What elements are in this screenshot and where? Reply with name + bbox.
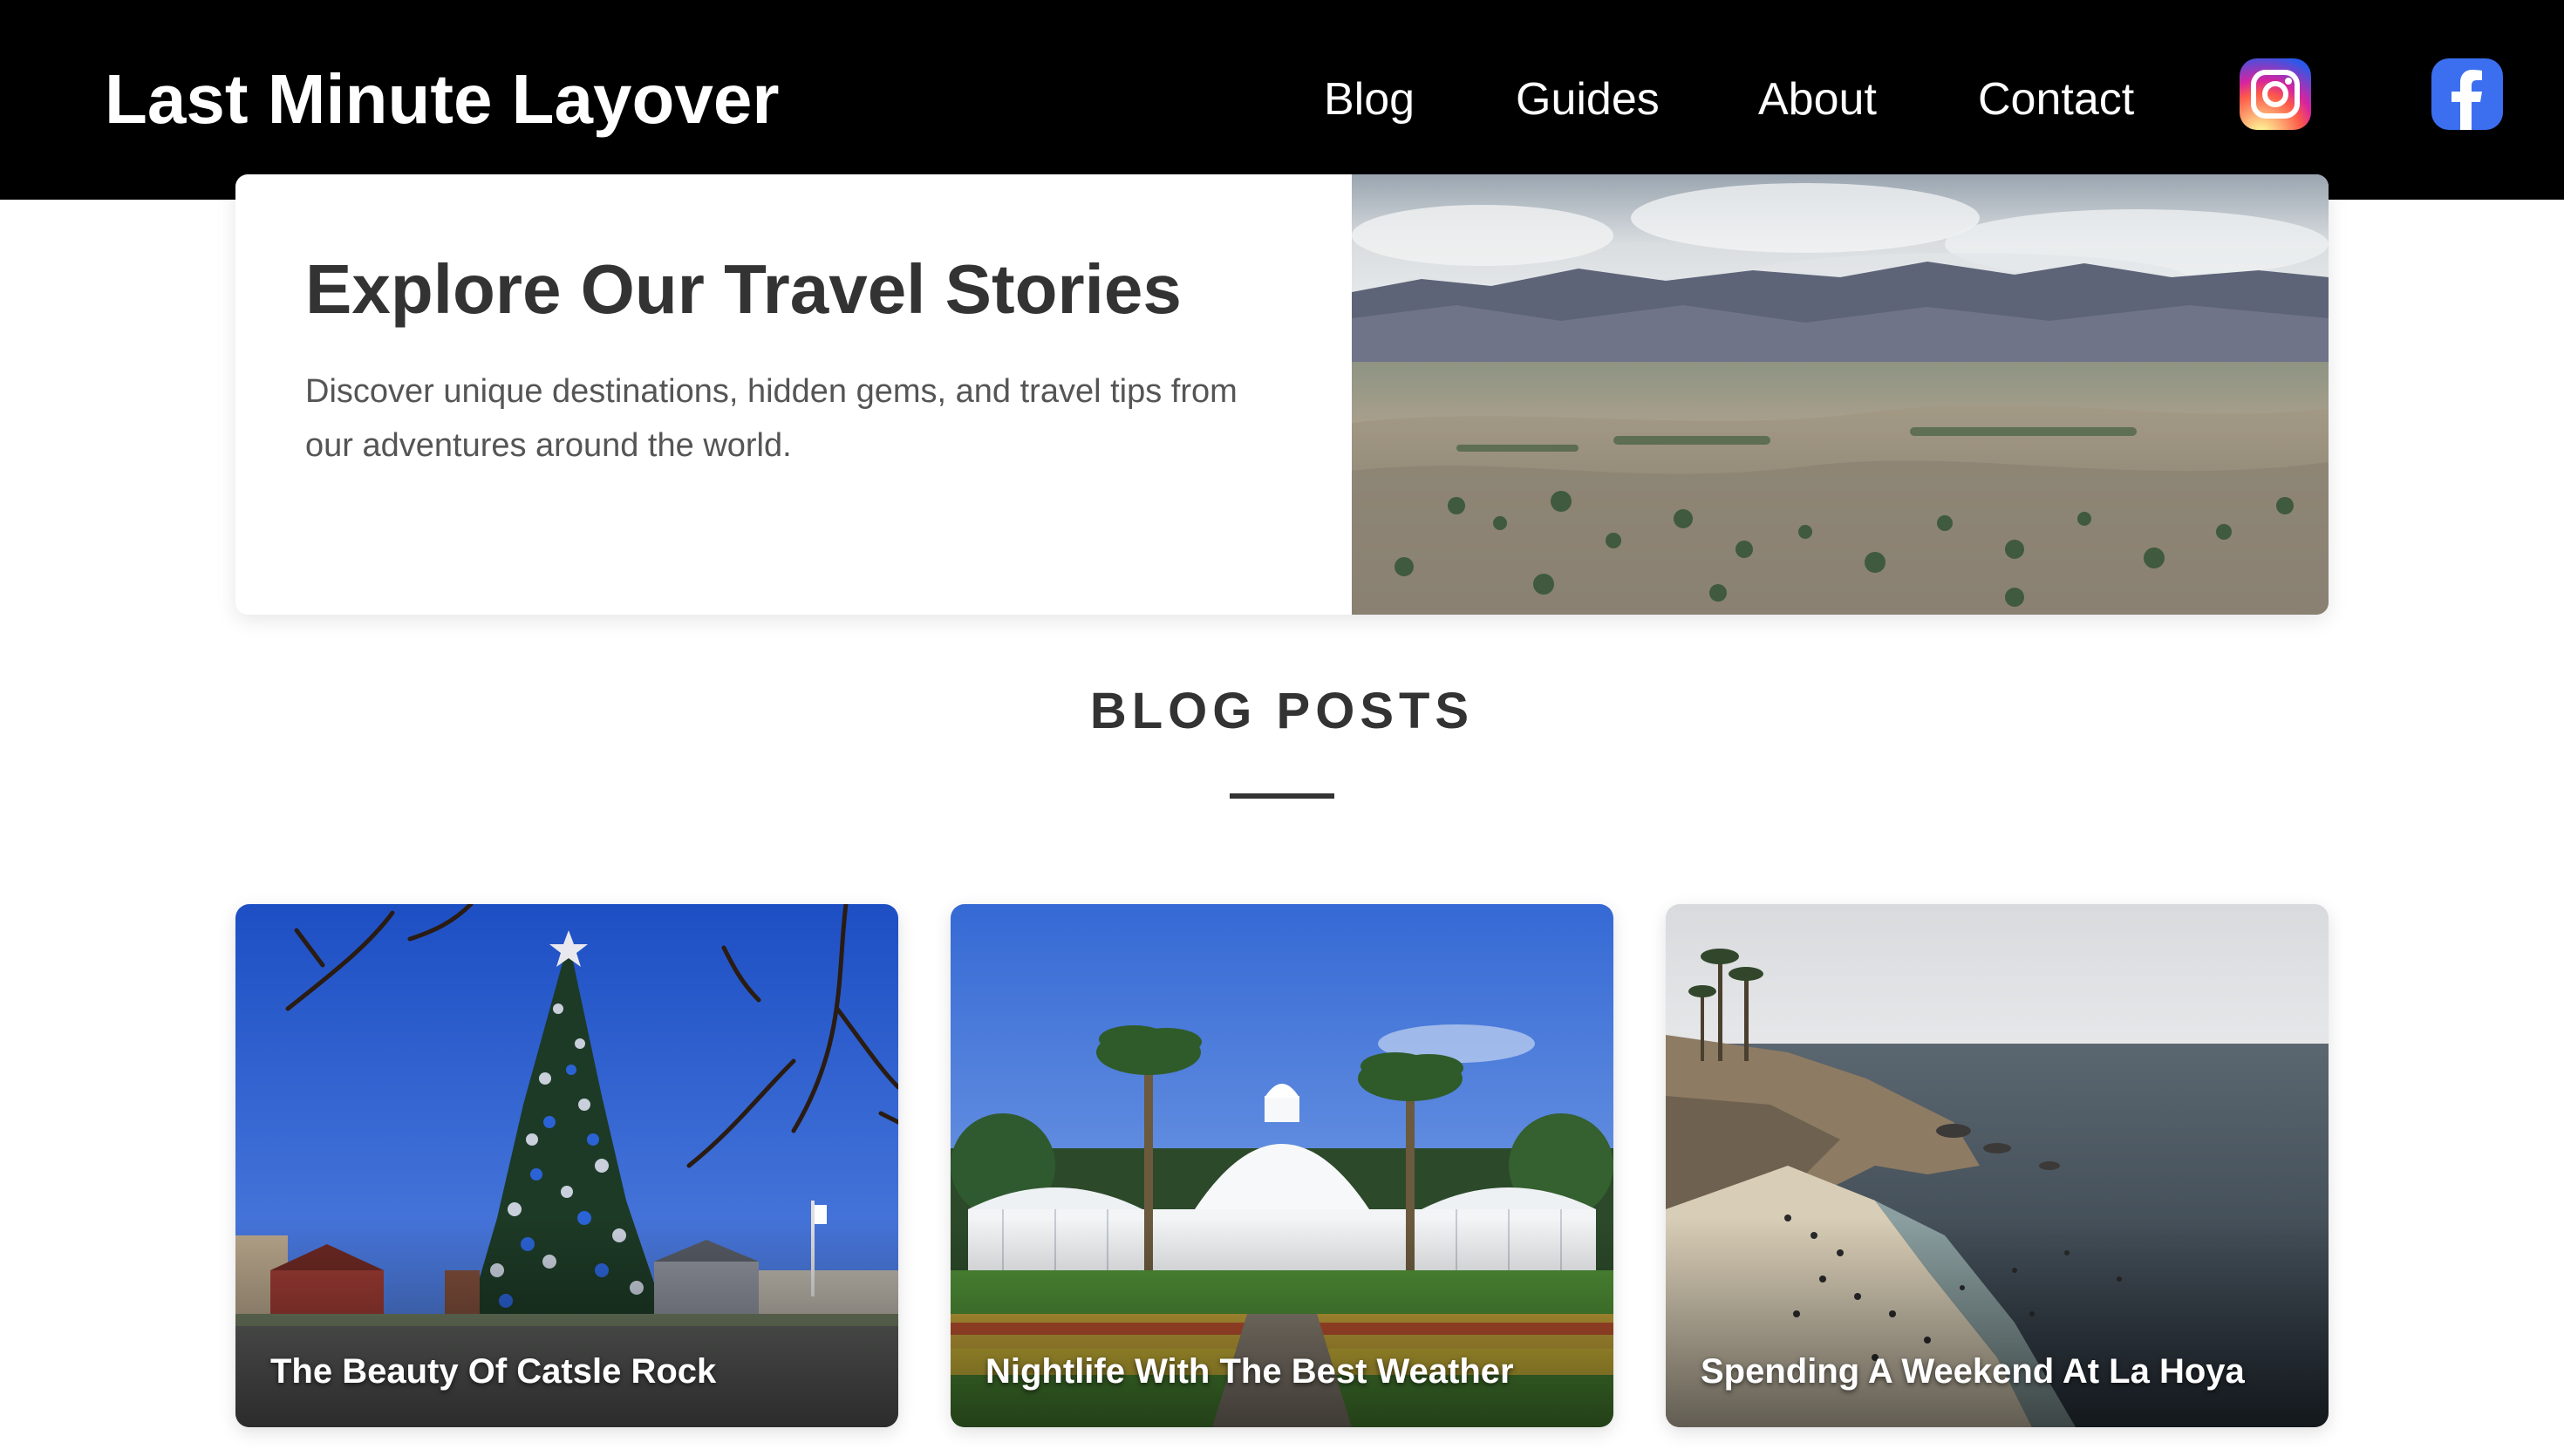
hero-title: Explore Our Travel Stories xyxy=(305,250,1182,328)
section-divider xyxy=(1230,793,1334,799)
hero-landscape-image xyxy=(1352,174,2329,615)
blog-post-card[interactable]: Spending A Weekend At La Hoya xyxy=(1666,904,2329,1427)
instagram-link[interactable] xyxy=(2240,58,2311,130)
hero-card: Explore Our Travel Stories Discover uniq… xyxy=(235,174,2329,615)
nav-about[interactable]: About xyxy=(1758,70,1877,129)
section-title-blog-posts: BLOG POSTS xyxy=(1089,683,1475,739)
nav-guides[interactable]: Guides xyxy=(1516,70,1660,129)
facebook-icon xyxy=(2451,70,2482,130)
nav-contact[interactable]: Contact xyxy=(1978,70,2134,129)
site-logo[interactable]: Last Minute Layover xyxy=(105,54,780,145)
instagram-icon xyxy=(2251,70,2300,119)
post-title[interactable]: The Beauty Of Catsle Rock xyxy=(270,1349,716,1394)
blog-post-card[interactable]: Nightlife With The Best Weather xyxy=(951,904,1613,1427)
site-header: Last Minute Layover Blog Guides About Co… xyxy=(0,0,2564,200)
blog-post-card[interactable]: The Beauty Of Catsle Rock xyxy=(235,904,898,1427)
post-title[interactable]: Nightlife With The Best Weather xyxy=(985,1349,1514,1394)
post-title[interactable]: Spending A Weekend At La Hoya xyxy=(1701,1349,2245,1394)
hero-description: Discover unique destinations, hidden gem… xyxy=(305,373,1238,464)
facebook-link[interactable] xyxy=(2431,58,2503,130)
nav-blog[interactable]: Blog xyxy=(1324,70,1415,129)
